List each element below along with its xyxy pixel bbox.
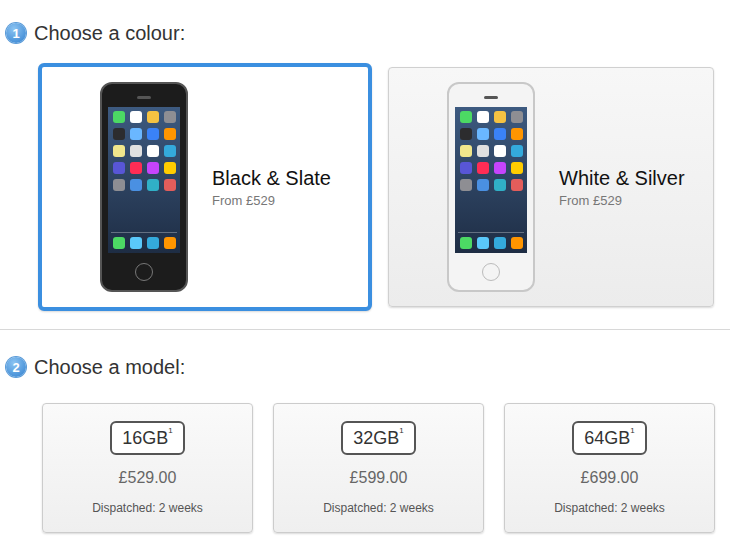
divider (0, 329, 730, 330)
speaker-icon (484, 96, 498, 99)
colour-price: From £529 (212, 193, 331, 208)
model-price: £599.00 (350, 469, 408, 487)
model-card[interactable]: 16GB1 £529.00 Dispatched: 2 weeks (42, 403, 253, 533)
dispatch-info: Dispatched: 2 weeks (92, 501, 203, 515)
colour-price: From £529 (559, 193, 685, 208)
step-header: 2 Choose a model: (0, 330, 730, 380)
colour-name: White & Silver (559, 167, 685, 190)
dispatch-info: Dispatched: 2 weeks (554, 501, 665, 515)
capacity-label: 32GB1 (341, 421, 415, 455)
step-title: Choose a model: (34, 356, 185, 379)
capacity-label: 64GB1 (572, 421, 646, 455)
screen-icon (108, 107, 180, 253)
capacity-label: 16GB1 (110, 421, 184, 455)
dispatch-info: Dispatched: 2 weeks (323, 501, 434, 515)
phone-icon (100, 82, 188, 292)
step-header: 1 Choose a colour: (0, 0, 730, 46)
screen-icon (455, 107, 527, 253)
model-price: £529.00 (119, 469, 177, 487)
colour-name: Black & Slate (212, 167, 331, 190)
colour-card[interactable]: Black & Slate From £529 (38, 63, 372, 311)
store-page: 1Choose a colour:Black & SlateFrom £529W… (0, 0, 730, 549)
step-title: Choose a colour: (34, 22, 185, 45)
model-price: £699.00 (581, 469, 639, 487)
colour-options: Black & Slate From £529 White & Silver From… (0, 46, 730, 311)
phone-icon (447, 82, 535, 292)
model-options: 16GB1 £529.00 Dispatched: 2 weeks 32GB1 £599… (0, 380, 730, 533)
colour-card[interactable]: White & Silver From £529 (388, 67, 714, 307)
model-card[interactable]: 64GB1 £699.00 Dispatched: 2 weeks (504, 403, 715, 533)
home-button-icon (482, 263, 500, 281)
model-card[interactable]: 32GB1 £599.00 Dispatched: 2 weeks (273, 403, 484, 533)
step-number: 1 (6, 23, 26, 43)
speaker-icon (137, 96, 151, 99)
step-number: 2 (6, 357, 26, 377)
home-button-icon (135, 263, 153, 281)
